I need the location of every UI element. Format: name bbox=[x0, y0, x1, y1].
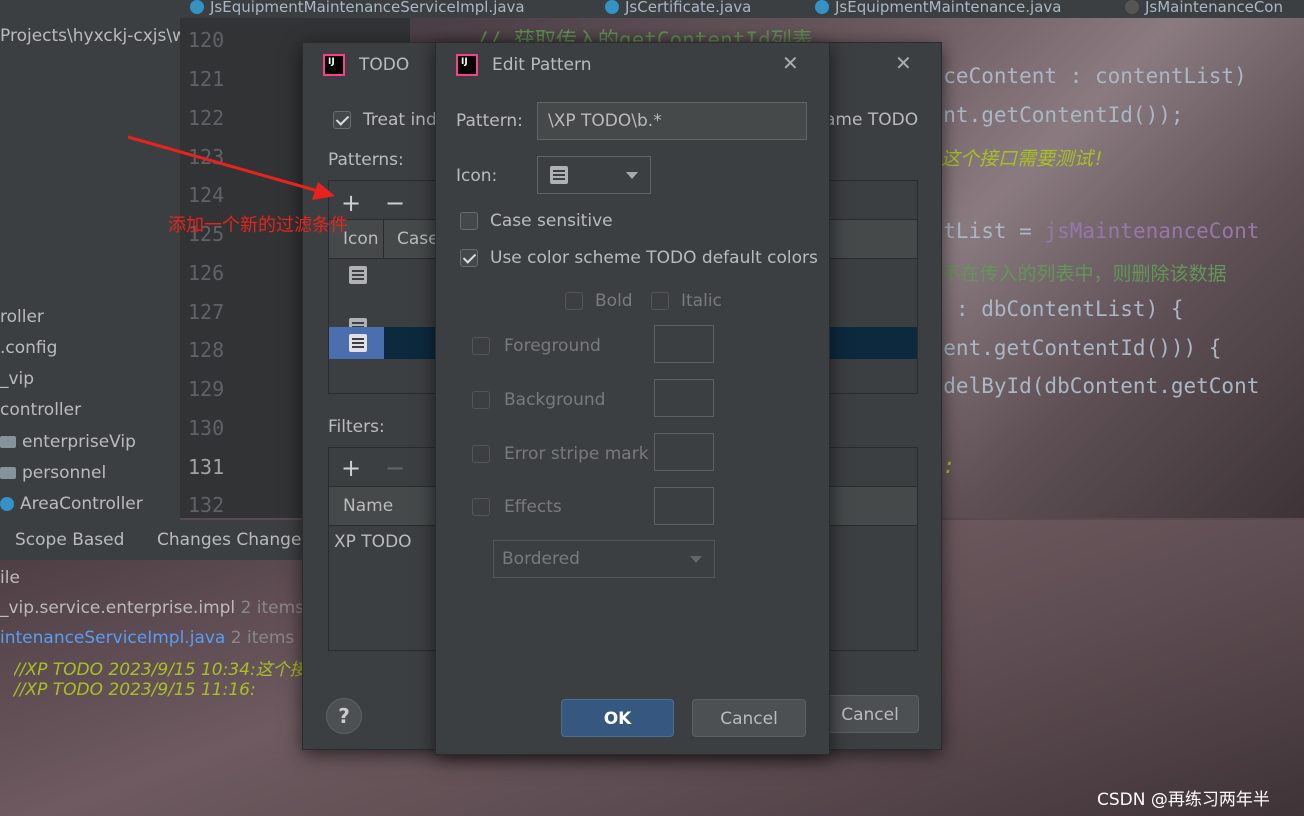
annotation-text: 添加一个新的过滤条件 bbox=[168, 215, 348, 236]
watermark: CSDN @再练习两年半 bbox=[1097, 790, 1270, 810]
annotation-arrow-icon bbox=[127, 135, 335, 200]
